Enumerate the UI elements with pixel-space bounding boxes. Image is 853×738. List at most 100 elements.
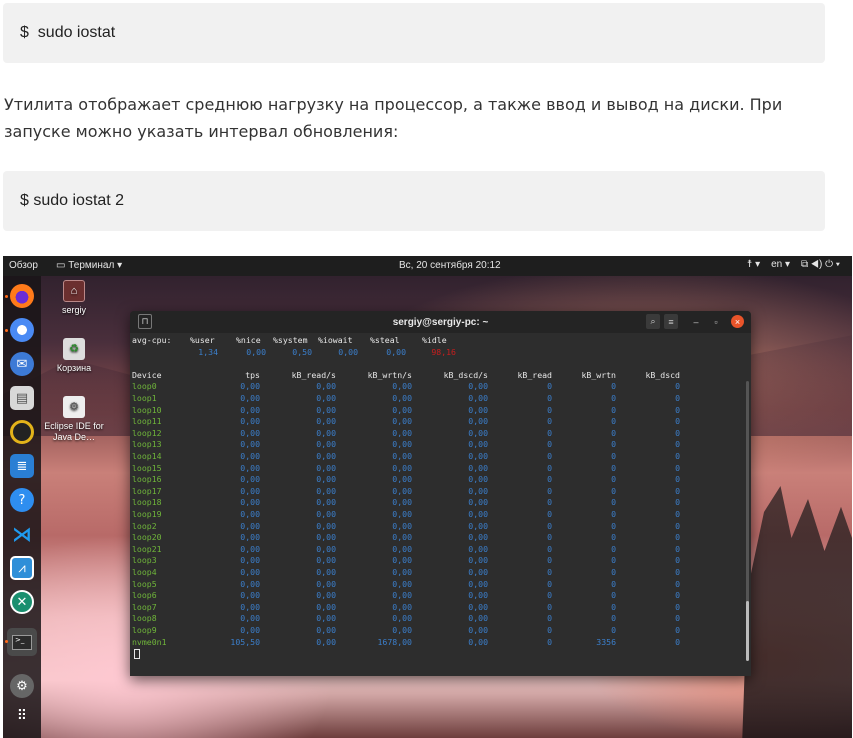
device-value-cell: 0,00 [240,393,260,403]
device-name-cell: loop21 [132,543,162,554]
device-value-cell: 0 [675,474,680,485]
system-tray: ☨ ▾ en ▾ ⧉ ◀) ⏻ ▾ [747,259,840,270]
chevron-down-icon: ▾ [835,259,840,270]
device-value-cell: 0,00 [316,427,336,438]
terminal-icon: >_ [12,634,32,650]
chrome-icon[interactable] [10,318,34,342]
language-indicator[interactable]: en ▾ [771,259,790,270]
device-value-cell: 0,00 [392,567,412,577]
terminal-dock-icon[interactable]: >_ [7,628,37,656]
device-value-cell: 0 [675,567,680,577]
settings-icon[interactable]: ⚙ [10,674,34,698]
trash-icon: ♻ [63,338,85,360]
device-value-cell: 0 [675,404,680,415]
search-icon[interactable]: ⌕ [646,314,660,329]
system-monitor-icon[interactable]: ⩘ [10,556,34,580]
maximize-icon[interactable]: ▫ [710,314,722,329]
device-value-cell: 0,00 [240,404,260,415]
cpu-header-cell: %nice [236,335,261,345]
cpu-header-cell: %steal [370,335,400,345]
app-center-icon[interactable]: ✕ [10,590,34,614]
device-value-cell: 0,00 [392,474,412,485]
close-icon[interactable]: × [731,315,744,328]
gnome-top-bar: Обзор ▭ Терминал ▾ Вс, 20 сентября 20:12… [3,256,852,276]
device-value-cell: 0,00 [316,451,336,461]
device-value-cell: 0,00 [392,497,412,508]
device-value-cell: 0,00 [316,381,336,392]
cpu-header-cell: avg-cpu: [132,335,172,345]
cpu-value-cell: 0,00 [246,346,266,357]
desktop-icon-home[interactable]: ⌂ sergiy [41,280,107,316]
writer-icon[interactable]: ≣ [10,454,34,478]
device-value-cell: 0,00 [316,532,336,543]
system-menu[interactable]: ⧉ ◀) ⏻ ▾ [801,259,840,270]
eclipse-launcher-icon: ⚙ [63,396,85,418]
thunderbird-icon[interactable]: ✉ [10,352,34,376]
desktop-screenshot: Обзор ▭ Терминал ▾ Вс, 20 сентября 20:12… [3,256,852,738]
help-icon[interactable]: ? [10,488,34,512]
device-value-cell: 0 [675,462,680,473]
device-value-cell: 0 [675,381,680,392]
cpu-value-cell: 98,16 [431,346,456,357]
dock: ✉ ▤ ≣ ? ⋊ ⩘ ✕ >_ ⚙ ⠿ [3,276,41,738]
device-value-cell: 0,00 [240,625,260,635]
desktop-icon-trash[interactable]: ♻ Корзина [41,338,107,374]
clock[interactable]: Вс, 20 сентября 20:12 [399,260,501,271]
show-apps-icon[interactable]: ⠿ [10,704,34,728]
cpu-value-cell: 0,00 [386,346,406,357]
device-value-cell: 0 [675,393,680,403]
device-name-cell: loop19 [132,509,162,519]
device-header-cell: kB_wrtn/s [367,369,412,380]
minimize-icon[interactable]: – [690,314,702,329]
menu-icon[interactable]: ≡ [664,314,678,329]
volume-icon: ◀) [810,259,823,270]
device-value-cell: 0,00 [316,636,336,647]
code-text: $ sudo iostat 2 [20,192,125,209]
device-value-cell: 0,00 [240,439,260,450]
device-value-cell: 0 [675,416,680,427]
device-value-cell: 0,00 [392,404,412,415]
device-value-cell: 0,00 [392,381,412,392]
device-name-cell: loop15 [132,462,162,473]
terminal-cursor [134,649,140,660]
device-value-cell: 0,00 [240,567,260,577]
device-name-cell: loop1 [132,393,157,403]
device-value-cell: 0,00 [240,474,260,485]
activities-button[interactable]: Обзор [9,260,38,271]
desktop-icon-label: Корзина [56,363,92,373]
device-header-cell: kB_dscd [645,369,680,380]
terminal-output[interactable]: avg-cpu: %user %nice %system %iowait %steal %i… [132,335,744,673]
device-value-cell: 0,00 [240,601,260,612]
vscode-icon[interactable]: ⋊ [10,522,34,546]
device-value-cell: 0,00 [316,625,336,635]
device-name-cell: loop14 [132,451,162,461]
device-value-cell: 1678,00 [377,636,412,647]
cpu-header-cell: %idle [422,335,447,345]
device-name-cell: nvme0n1 [132,636,167,647]
language-label: en [771,259,783,270]
accessibility-icon[interactable]: ☨ ▾ [747,259,760,270]
wallpaper-trees [742,486,852,738]
terminal-titlebar[interactable]: ⊓ sergiy@sergiy-pc: ~ ⌕ ≡ – ▫ × [130,311,751,333]
code-text: $ sudo iostat [20,24,116,41]
device-value-cell: 0,00 [240,416,260,427]
scrollbar-thumb[interactable] [746,601,749,661]
device-value-cell: 0,00 [316,497,336,508]
device-value-cell: 0,00 [392,427,412,438]
device-value-cell: 0,00 [316,393,336,403]
device-value-cell: 0,00 [240,590,260,601]
device-name-cell: loop9 [132,625,157,635]
device-value-cell: 0,00 [316,555,336,566]
app-menu[interactable]: ▭ Терминал ▾ [56,260,122,271]
firefox-icon[interactable] [10,284,34,308]
files-icon[interactable]: ▤ [10,386,34,410]
device-value-cell: 0,00 [240,509,260,519]
article-paragraph: Утилита отображает среднюю нагрузку на п… [4,95,783,141]
device-value-cell: 0 [675,543,680,554]
device-name-cell: loop7 [132,601,157,612]
device-value-cell: 0,00 [392,543,412,554]
device-header-cell: Device [132,369,162,380]
rhythmbox-icon[interactable] [10,420,34,444]
desktop-icon-eclipse[interactable]: ⚙ Eclipse IDE for Java De… [41,396,107,443]
terminal-window[interactable]: ⊓ sergiy@sergiy-pc: ~ ⌕ ≡ – ▫ × avg-cpu:… [130,311,751,676]
